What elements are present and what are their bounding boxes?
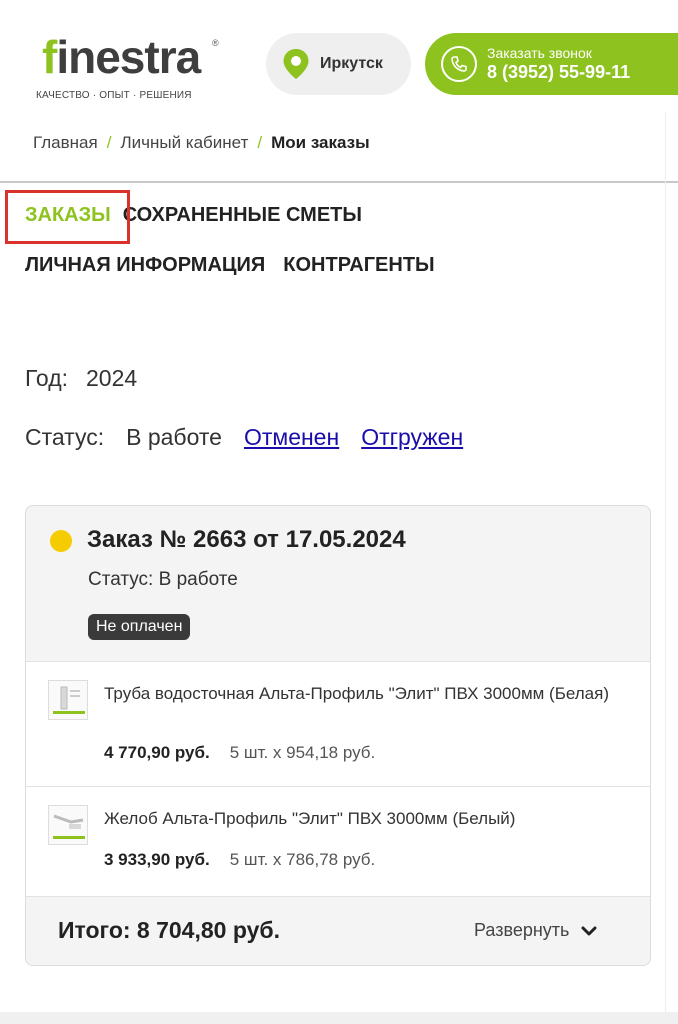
status-link-cancelled[interactable]: Отменен [244,424,339,451]
page-edge-line [665,112,666,1012]
status-link-shipped[interactable]: Отгружен [361,424,463,451]
breadcrumb-separator: / [257,133,263,152]
page-bottom-strip [0,1012,678,1024]
item-price: 3 933,90 руб. [104,850,210,869]
breadcrumb-separator: / [106,133,112,152]
item-price: 4 770,90 руб. [104,743,210,762]
breadcrumb-home-link[interactable]: Главная [33,133,98,153]
call-label: Заказать звонок [487,45,592,61]
site-header: finestra ® КАЧЕСТВО · ОПЫТ · РЕШЕНИЯ Ирк… [0,0,678,112]
item-name[interactable]: Труба водосточная Альта-Профиль "Элит" П… [104,680,634,707]
request-call-button[interactable]: Заказать звонок 8 (3952) 55-99-11 [425,33,678,95]
tab-orders-highlight-box [5,190,130,244]
item-quantity: 5 шт. x 954,18 руб. [229,743,376,762]
status-dot-icon [50,530,72,552]
header-divider [0,181,678,183]
payment-status-badge: Не оплачен [88,614,191,640]
status-filter: Статус: В работе Отменен Отгружен [25,424,463,451]
gutter-thumbnail-icon[interactable] [48,805,88,845]
order-status: Статус: В работе [88,569,238,590]
status-current: В работе [126,424,222,450]
year-filter: Год: 2024 [25,365,137,392]
order-title[interactable]: Заказ № 2663 от 17.05.2024 [87,526,406,554]
location-pin-icon [283,49,309,79]
status-label: Статус: [25,424,105,450]
order-card: Заказ № 2663 от 17.05.2024 Статус: В раб… [25,505,651,966]
year-value[interactable]: 2024 [86,365,137,391]
pipe-thumbnail-icon[interactable] [48,680,88,720]
call-phone-number: 8 (3952) 55-99-11 [487,62,631,82]
breadcrumb-account-link[interactable]: Личный кабинет [120,133,248,153]
logo-wordmark: finestra [42,31,201,83]
order-total: Итого: 8 704,80 руб. [58,917,280,943]
logo-registered-mark: ® [212,38,219,48]
chevron-down-icon [581,926,597,935]
breadcrumb-current: Мои заказы [271,133,370,152]
order-card-footer: Итого: 8 704,80 руб. Развернуть [26,896,650,965]
order-item: Желоб Альта-Профиль "Элит" ПВХ 3000мм (Б… [26,786,650,896]
tab-personal-info[interactable]: ЛИЧНАЯ ИНФОРМАЦИЯ [25,254,265,277]
year-label: Год: [25,365,69,391]
expand-label: Развернуть [474,920,570,940]
expand-order-button[interactable]: Развернуть [474,920,597,941]
phone-icon [441,46,477,82]
item-name[interactable]: Желоб Альта-Профиль "Элит" ПВХ 3000мм (Б… [104,805,634,832]
order-item: Труба водосточная Альта-Профиль "Элит" П… [26,661,650,786]
finestra-logo[interactable]: finestra ® КАЧЕСТВО · ОПЫТ · РЕШЕНИЯ [34,24,224,106]
item-quantity: 5 шт. x 786,78 руб. [229,850,376,869]
city-label: Иркутск [320,55,383,72]
order-card-header: Заказ № 2663 от 17.05.2024 Статус: В раб… [26,506,650,661]
tab-saved-estimates[interactable]: СОХРАНЕННЫЕ СМЕТЫ [123,204,362,227]
city-selector-button[interactable]: Иркутск [266,33,411,95]
tab-contractors[interactable]: КОНТРАГЕНТЫ [283,254,434,277]
account-tabs-row-2: ЛИЧНАЯ ИНФОРМАЦИЯ КОНТРАГЕНТЫ [25,254,435,277]
breadcrumb: Главная / Личный кабинет / Мои заказы [33,133,370,153]
logo-tagline: КАЧЕСТВО · ОПЫТ · РЕШЕНИЯ [36,90,192,101]
